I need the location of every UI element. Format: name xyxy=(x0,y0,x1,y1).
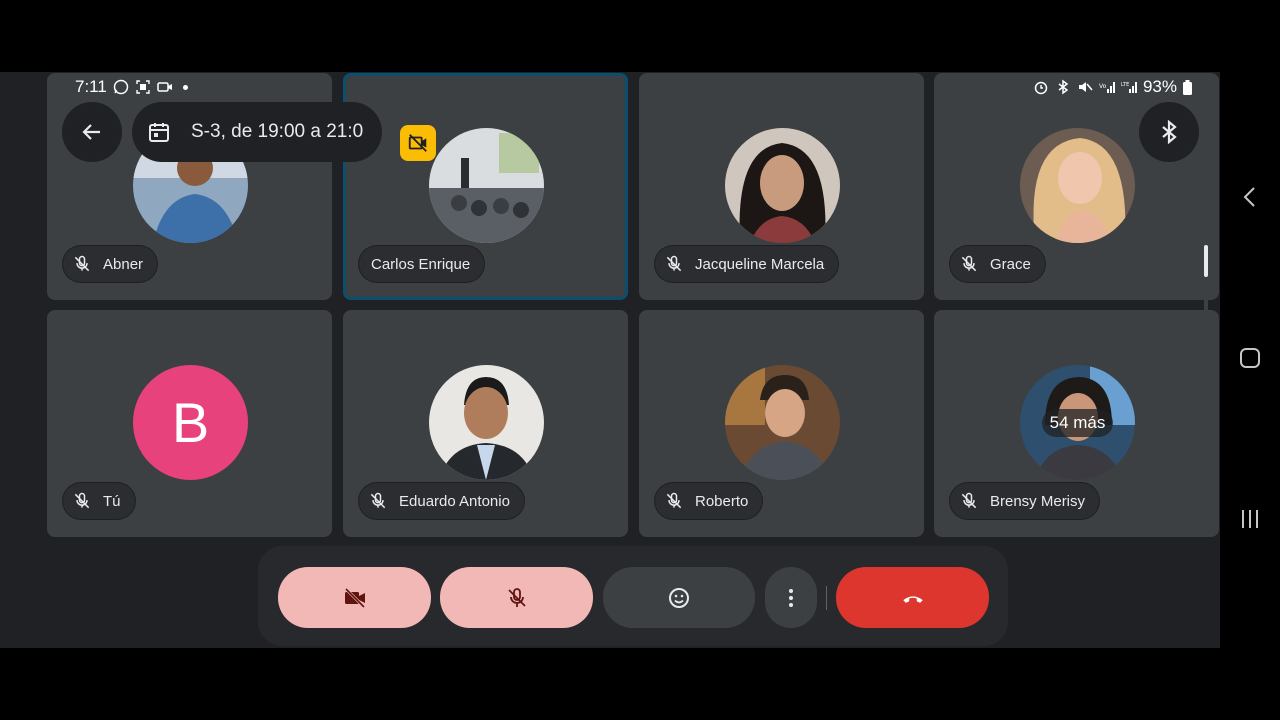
battery-percent: 93% xyxy=(1142,77,1177,96)
mic-off-icon xyxy=(661,488,687,514)
avatar xyxy=(1020,128,1135,243)
more-participants-overlay[interactable]: 54 más xyxy=(1020,365,1135,480)
status-time: 7:11 xyxy=(75,77,107,96)
participant-tile-self[interactable]: B Tú xyxy=(47,310,332,537)
name-chip: Roberto xyxy=(655,483,763,519)
avatar xyxy=(429,128,544,243)
svg-text:LTE: LTE xyxy=(1121,82,1129,88)
mic-off-icon xyxy=(507,587,526,607)
name-chip: Brensy Merisy xyxy=(950,483,1100,519)
camera-toggle-button[interactable] xyxy=(278,567,431,628)
name-chip: Grace xyxy=(950,246,1045,282)
lte-signal-icon: LTE xyxy=(1121,82,1137,93)
screenshot-icon xyxy=(136,80,150,94)
participant-name: Abner xyxy=(103,255,144,273)
back-button[interactable] xyxy=(62,102,122,162)
scrollbar-thumb[interactable] xyxy=(1204,245,1208,277)
avatar: B xyxy=(133,365,248,480)
bluetooth-icon xyxy=(1162,120,1177,144)
calendar-icon xyxy=(149,123,169,142)
mic-off-icon xyxy=(956,488,982,514)
avatar xyxy=(429,365,544,480)
name-chip: Eduardo Antonio xyxy=(359,483,524,519)
mic-off-icon xyxy=(661,251,687,277)
divider xyxy=(826,586,827,610)
participant-name: Brensy Merisy xyxy=(990,492,1086,510)
whatsapp-icon xyxy=(113,79,129,95)
notification-dot-icon xyxy=(182,84,188,90)
name-chip: Jacqueline Marcela xyxy=(655,246,839,282)
avatar xyxy=(725,128,840,243)
mic-off-icon xyxy=(69,488,95,514)
participant-name: Eduardo Antonio xyxy=(399,492,510,510)
nav-back-icon[interactable] xyxy=(1238,183,1262,211)
svg-text:Vo: Vo xyxy=(1099,83,1107,90)
participant-name: Carlos Enrique xyxy=(371,255,471,273)
arrow-back-icon xyxy=(82,124,100,140)
camera-off-icon xyxy=(344,587,365,608)
participant-name: Grace xyxy=(990,255,1031,273)
mute-icon xyxy=(1078,82,1093,92)
participant-tile-jacqueline-marcela[interactable]: Jacqueline Marcela xyxy=(639,73,924,300)
participant-tile-carlos-enrique[interactable]: Carlos Enrique xyxy=(343,73,628,300)
participant-name: Jacqueline Marcela xyxy=(695,255,825,273)
name-chip: Tú xyxy=(63,483,135,519)
more-vert-icon xyxy=(789,588,793,607)
meeting-title: S-3, de 19:00 a 21:0 xyxy=(191,121,364,142)
nav-recents-icon[interactable] xyxy=(1238,508,1262,530)
avatar[interactable]: 54 más xyxy=(1020,365,1135,480)
audio-output-button[interactable] xyxy=(1139,102,1199,162)
status-bar-right: Vo LTE 93% xyxy=(1033,77,1192,97)
call-controls xyxy=(258,546,1008,646)
participant-tile-roberto[interactable]: Roberto xyxy=(639,310,924,537)
video-off-badge-icon xyxy=(400,125,436,161)
avatar xyxy=(725,365,840,480)
nav-home-icon[interactable] xyxy=(1239,347,1261,369)
name-chip: Abner xyxy=(63,246,158,282)
name-chip: Carlos Enrique xyxy=(359,246,485,282)
battery-icon xyxy=(1183,79,1192,95)
participant-name: Roberto xyxy=(695,492,749,510)
mic-off-icon xyxy=(69,251,95,277)
mic-toggle-button[interactable] xyxy=(440,567,593,628)
participant-tile-eduardo-antonio[interactable]: Eduardo Antonio xyxy=(343,310,628,537)
leave-call-button[interactable] xyxy=(836,567,989,628)
participant-tile-brensy-merisy[interactable]: 54 más Brensy Merisy xyxy=(934,310,1219,537)
participant-name: Tú xyxy=(103,492,121,510)
more-options-button[interactable] xyxy=(765,567,817,628)
reactions-button[interactable] xyxy=(603,567,755,628)
bluetooth-status-icon xyxy=(1058,79,1069,95)
alarm-icon xyxy=(1034,81,1048,95)
volte-signal-icon: Vo xyxy=(1099,82,1115,93)
scrollbar-track[interactable] xyxy=(1204,245,1208,507)
smiley-icon xyxy=(669,587,689,608)
meeting-info-pill[interactable]: S-3, de 19:00 a 21:0 xyxy=(132,102,382,162)
more-participants-count: 54 más xyxy=(1041,408,1114,437)
mic-off-icon xyxy=(365,488,391,514)
hangup-icon xyxy=(902,595,923,603)
video-call-icon xyxy=(157,82,172,92)
status-bar-left: 7:11 xyxy=(75,77,188,97)
mic-off-icon xyxy=(956,251,982,277)
